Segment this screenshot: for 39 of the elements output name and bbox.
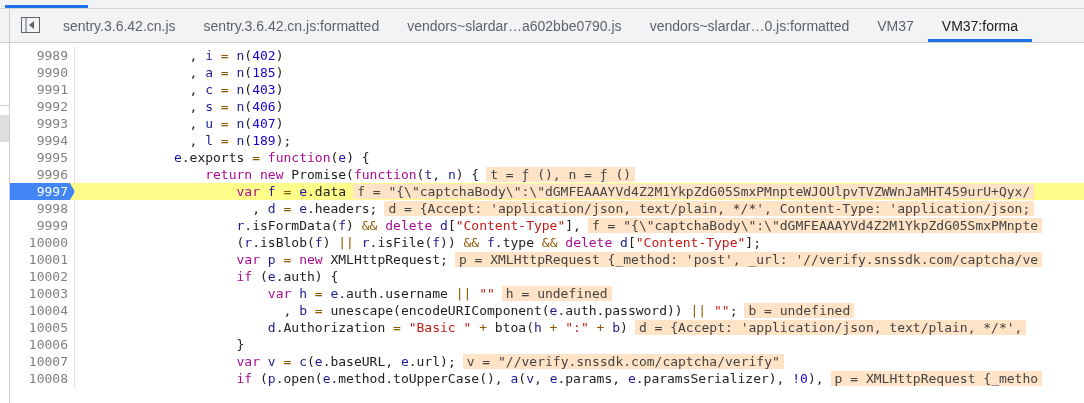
code-line: } — [235, 337, 245, 352]
line-number[interactable]: 9997 — [10, 183, 75, 200]
inline-value: p = XMLHttpRequest {_method: 'post', _url: '//verify.snssdk.com/captcha/ve — [454, 252, 1043, 267]
code-line: , u = n(407) — [188, 116, 284, 131]
file-tab[interactable]: vendors~slardar…a602bbe0790.js — [393, 9, 636, 42]
inline-value: b = undefined — [744, 303, 855, 318]
file-tab[interactable]: VM37 — [863, 9, 928, 42]
code-line: var f = e.data — [235, 184, 347, 199]
inline-value: d = {Accept: 'application/json, text/plain, */*', — [634, 320, 1027, 335]
code-line: if (p.open(e.method.toUpperCase(), a(v, e.params, e.paramsSerializer), !0), — [235, 371, 824, 386]
inline-value: p = XMLHttpRequest {_metho — [830, 371, 1043, 386]
code-line: var p = new XMLHttpRequest; — [235, 252, 448, 267]
code-line: var v = c(e.baseURL, e.url); — [235, 354, 456, 369]
inline-value: f = "{\"captchaBody\":\"dGMFEAAAYVd4Z2M1YkpZdG05SmxPMnpte — [587, 218, 1043, 233]
file-tab[interactable]: vendors~slardar…0.js:formatted — [635, 9, 864, 42]
code-line: , l = n(189); — [188, 133, 292, 148]
code-line: , a = n(185) — [188, 65, 284, 80]
code-line: (r.isBlob(f) || r.isFile(f)) && f.type && delete d["Content-Type"]; — [235, 235, 761, 250]
navigator-scrollbar — [0, 115, 9, 142]
inline-value: d = {Accept: 'application/json, text/plain, */*', Content-Type: 'application/json; — [384, 201, 1035, 216]
code-line: return new Promise(function(t, n) { — [204, 167, 480, 182]
code-line: , b = unescape(encodeURIComponent(e.auth.password)) || ""; — [282, 303, 738, 318]
file-tab[interactable]: VM37:forma — [927, 9, 1033, 42]
inline-value: t = ƒ (), n = ƒ () — [486, 167, 636, 182]
code-line: d.Authorization = "Basic " + btoa(h + ":" + b) — [266, 320, 628, 335]
file-tab[interactable]: sentry.3.6.42.cn.js — [49, 9, 190, 42]
inline-value: h = undefined — [501, 286, 612, 301]
file-tab[interactable]: sentry.3.6.42.cn.js:formatted — [189, 9, 394, 42]
inline-value: v = "//verify.snssdk.com/captcha/verify" — [462, 354, 784, 369]
code-line: var h = e.auth.username || "" — [266, 286, 495, 301]
code-line: r.isFormData(f) && delete d["Content-Type"], — [235, 218, 581, 233]
sidebar-toggle-icon[interactable] — [21, 17, 40, 33]
inline-value: f = "{\"captchaBody\":\"dGMFEAAAYVd4Z2M1YkpZdG05SmxPMnpteWJOUlpvTVZWWnJaMHT459urU+Qyx/ — [353, 184, 1035, 199]
code-line: , d = e.headers; — [251, 201, 378, 216]
code-line: , s = n(406) — [188, 99, 284, 114]
code-line: , i = n(402) — [188, 48, 284, 63]
code-line: if (e.auth) { — [235, 269, 339, 284]
code-line: , c = n(403) — [188, 82, 284, 97]
code-line: e.exports = function(e) { — [172, 150, 370, 165]
